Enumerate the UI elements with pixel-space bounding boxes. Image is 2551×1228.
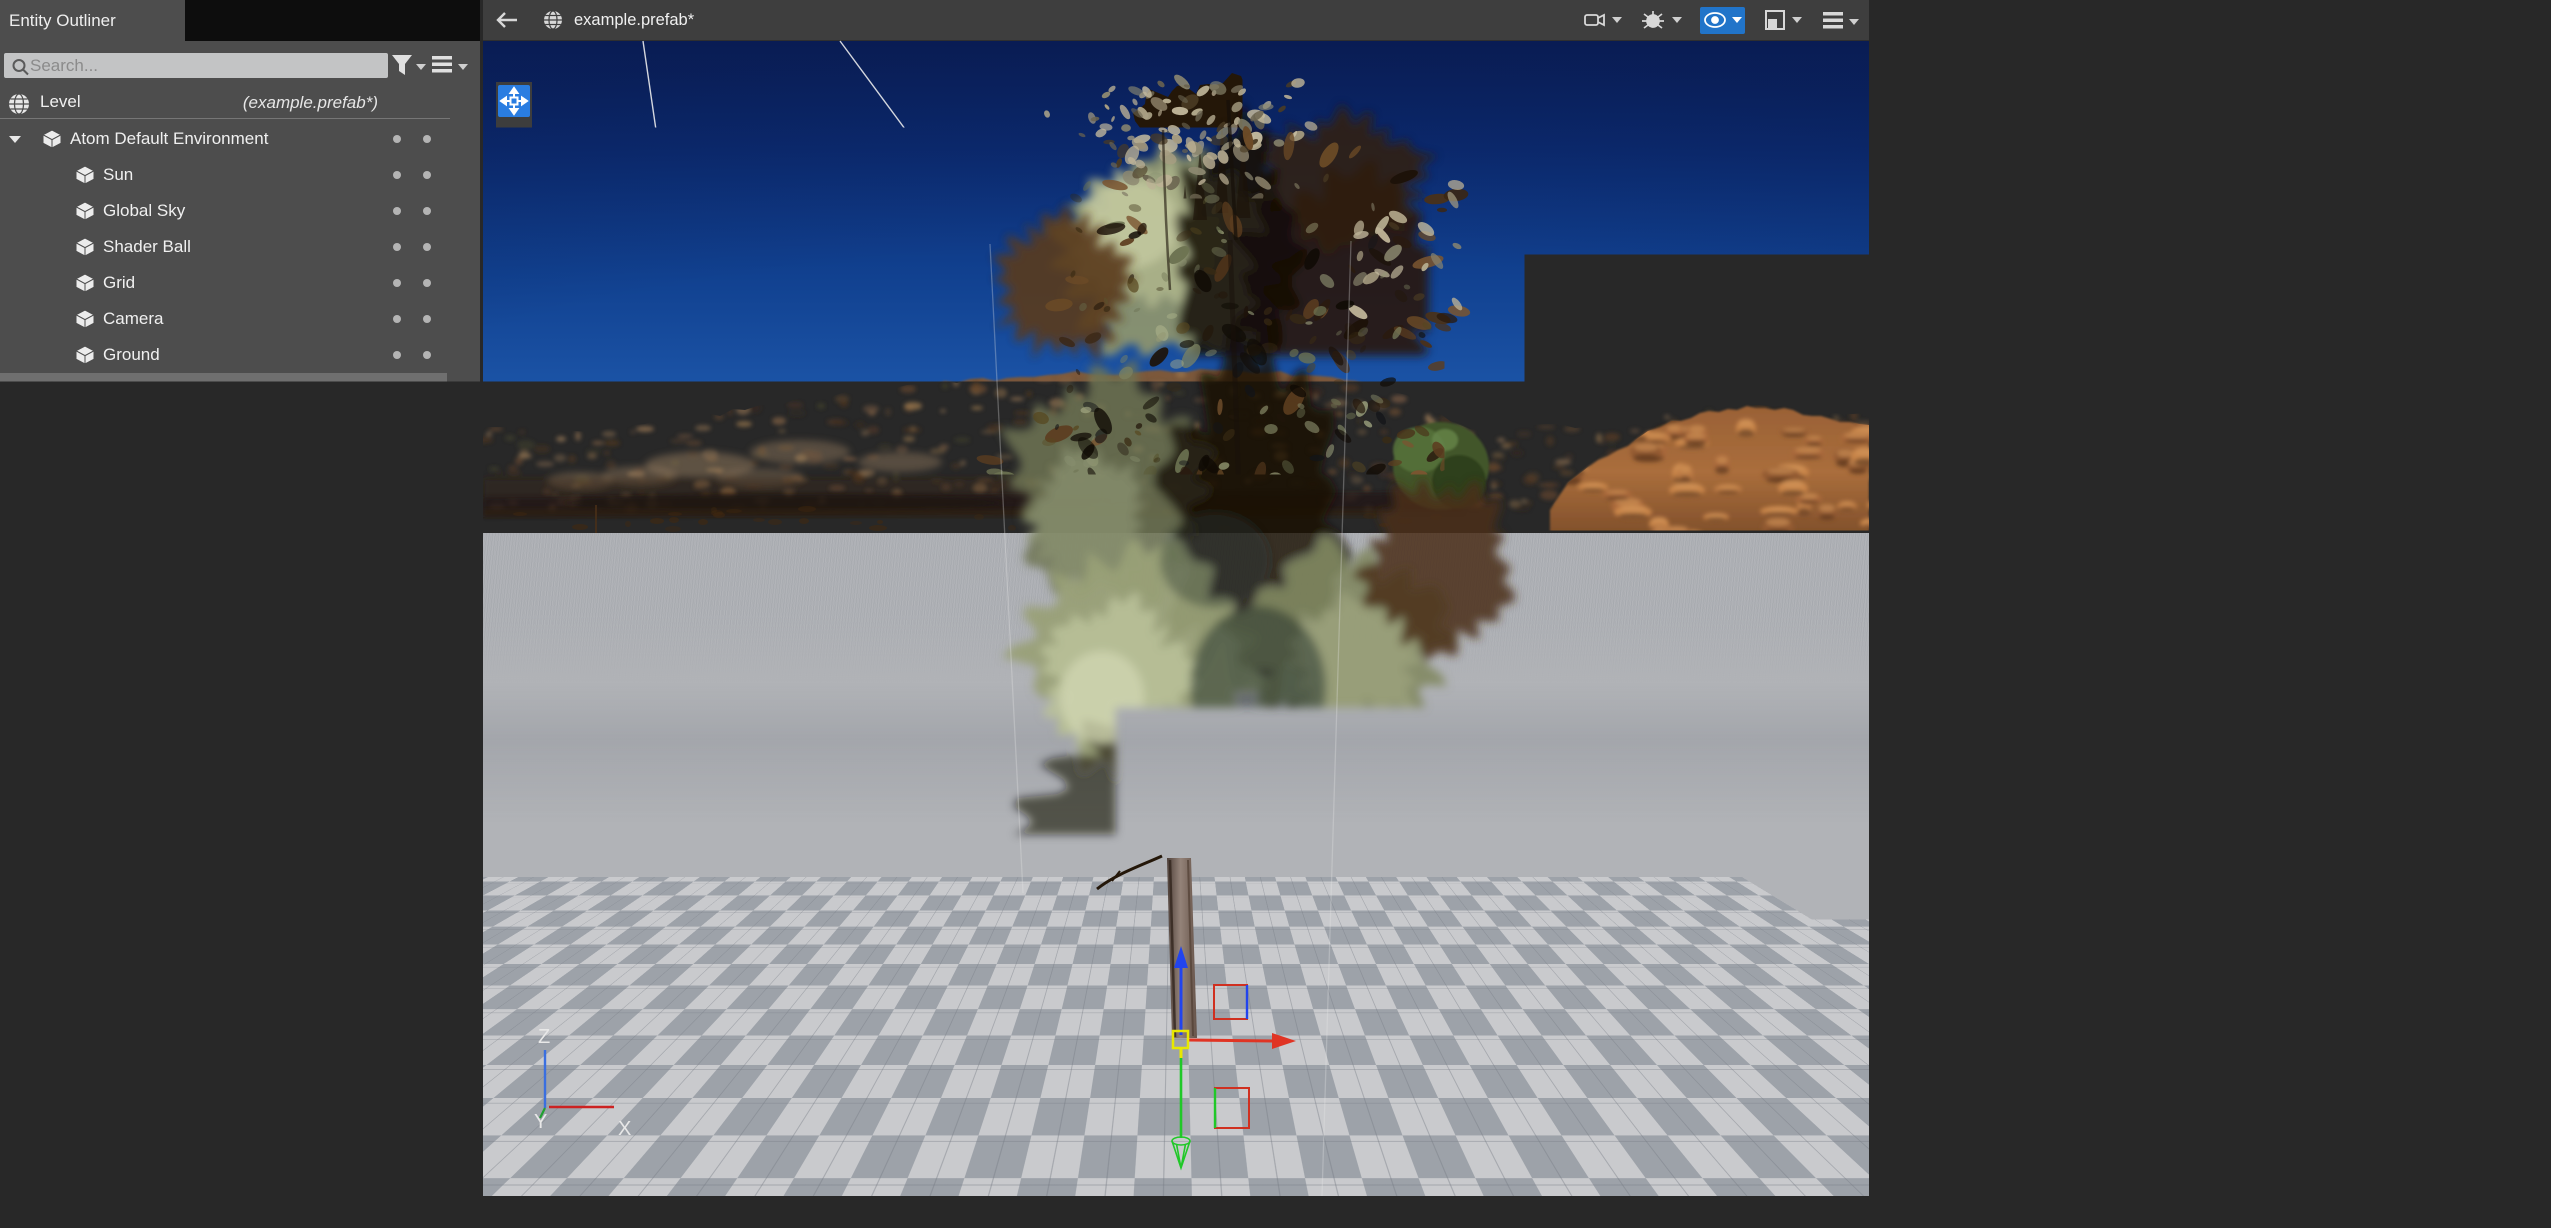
svg-text:X: X bbox=[618, 1118, 631, 1140]
svg-text:Z: Z bbox=[538, 1026, 550, 1048]
